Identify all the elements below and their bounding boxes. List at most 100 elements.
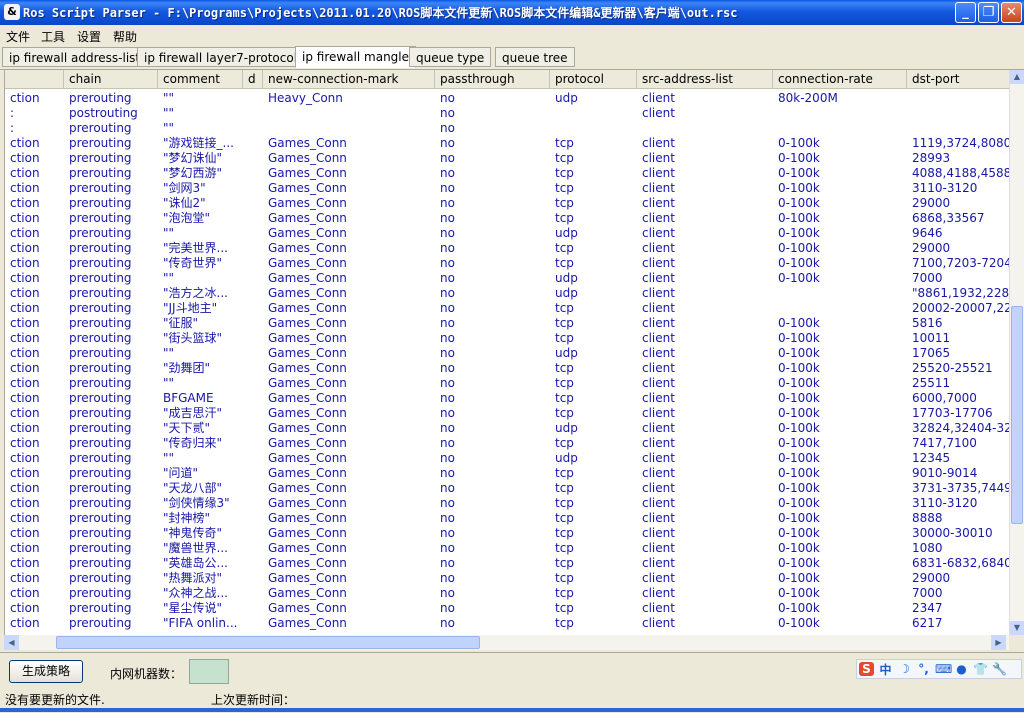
cell-src-address-list[interactable]: client	[637, 421, 773, 436]
table-row[interactable]: ction prerouting "劲舞团" Games_Conn no tcp clien…	[5, 361, 1010, 376]
table-row[interactable]: ction prerouting "征服" Games_Conn no tcp client…	[5, 316, 1010, 331]
table-row[interactable]: ction prerouting "英雄岛公... Games_Conn no tcp cl…	[5, 556, 1010, 571]
cell-protocol[interactable]: tcp	[550, 526, 637, 541]
cell-passthrough[interactable]: no	[435, 586, 550, 601]
table-row[interactable]: ction prerouting "" Games_Conn no udp client 0-…	[5, 346, 1010, 361]
cell-d[interactable]	[243, 151, 263, 166]
cell-passthrough[interactable]: no	[435, 196, 550, 211]
cell-dst-port[interactable]: 6868,33567	[907, 211, 1010, 226]
cell-src-address-list[interactable]: client	[637, 166, 773, 181]
cell-connection-rate[interactable]: 0-100k	[773, 541, 907, 556]
cell-action[interactable]: ction	[5, 601, 64, 616]
table-row[interactable]: ction prerouting "诛仙2" Games_Conn no tcp clien…	[5, 196, 1010, 211]
cell-comment[interactable]: "问道"	[158, 466, 243, 481]
cell-dst-port[interactable]: 17065	[907, 346, 1010, 361]
cell-connection-mark[interactable]: Games_Conn	[263, 181, 435, 196]
cell-chain[interactable]: prerouting	[64, 121, 158, 136]
cell-passthrough[interactable]: no	[435, 106, 550, 121]
cell-action[interactable]: ction	[5, 196, 64, 211]
cell-passthrough[interactable]: no	[435, 226, 550, 241]
cell-dst-port[interactable]	[907, 121, 1010, 136]
cell-src-address-list[interactable]: client	[637, 136, 773, 151]
cell-chain[interactable]: prerouting	[64, 226, 158, 241]
cell-d[interactable]	[243, 91, 263, 106]
table-row[interactable]: : postrouting "" no client	[5, 106, 1010, 121]
cell-d[interactable]	[243, 361, 263, 376]
table-row[interactable]: ction prerouting "梦幻西游" Games_Conn no tcp clie…	[5, 166, 1010, 181]
cell-connection-rate[interactable]	[773, 106, 907, 121]
cell-d[interactable]	[243, 436, 263, 451]
minimize-button[interactable]: _	[955, 2, 976, 23]
cell-connection-mark[interactable]: Games_Conn	[263, 601, 435, 616]
cell-chain[interactable]: prerouting	[64, 616, 158, 631]
cell-d[interactable]	[243, 346, 263, 361]
cell-dst-port[interactable]: 10011	[907, 331, 1010, 346]
cell-dst-port[interactable]: 12345	[907, 451, 1010, 466]
keyboard-icon[interactable]: ⌨	[935, 662, 952, 676]
cell-src-address-list[interactable]: client	[637, 556, 773, 571]
cell-d[interactable]	[243, 136, 263, 151]
table-row[interactable]: ction prerouting "泡泡堂" Games_Conn no tcp clien…	[5, 211, 1010, 226]
cell-connection-rate[interactable]: 0-100k	[773, 256, 907, 271]
maximize-button[interactable]: ❐	[978, 2, 999, 23]
cell-protocol[interactable]: tcp	[550, 361, 637, 376]
table-row[interactable]: ction prerouting "成吉思汗" Games_Conn no tcp clie…	[5, 406, 1010, 421]
vertical-scroll-thumb[interactable]	[1011, 306, 1023, 524]
cell-passthrough[interactable]: no	[435, 346, 550, 361]
cell-connection-rate[interactable]	[773, 286, 907, 301]
cell-connection-mark[interactable]: Games_Conn	[263, 406, 435, 421]
table-row[interactable]: ction prerouting "魔兽世界... Games_Conn no tcp cl…	[5, 541, 1010, 556]
cell-passthrough[interactable]: no	[435, 436, 550, 451]
cell-d[interactable]	[243, 376, 263, 391]
cell-connection-mark[interactable]: Games_Conn	[263, 256, 435, 271]
cell-comment[interactable]: "完美世界...	[158, 241, 243, 256]
table-row[interactable]: ction prerouting "FIFA onlin... Games_Conn n…	[5, 616, 1010, 631]
cell-connection-rate[interactable]: 0-100k	[773, 241, 907, 256]
cell-dst-port[interactable]: 7100,7203-7204,	[907, 256, 1010, 271]
cell-protocol[interactable]: tcp	[550, 616, 637, 631]
cell-passthrough[interactable]: no	[435, 136, 550, 151]
cell-comment[interactable]: "游戏链接_...	[158, 136, 243, 151]
cell-dst-port[interactable]: 20002-20007,220	[907, 301, 1010, 316]
cell-comment[interactable]: "热舞派对"	[158, 571, 243, 586]
cell-src-address-list[interactable]: client	[637, 451, 773, 466]
cell-dst-port[interactable]: 4088,4188,4588,	[907, 166, 1010, 181]
cell-dst-port[interactable]: 3110-3120	[907, 181, 1010, 196]
table-row[interactable]: ction prerouting "天下贰" Games_Conn no udp clien…	[5, 421, 1010, 436]
cell-src-address-list[interactable]: client	[637, 541, 773, 556]
cell-comment[interactable]: ""	[158, 121, 243, 136]
column-header-comment[interactable]: comment	[158, 70, 243, 88]
cell-chain[interactable]: prerouting	[64, 271, 158, 286]
cell-comment[interactable]: "英雄岛公...	[158, 556, 243, 571]
cell-protocol[interactable]: tcp	[550, 541, 637, 556]
cell-chain[interactable]: prerouting	[64, 496, 158, 511]
cell-connection-rate[interactable]: 0-100k	[773, 556, 907, 571]
cell-comment[interactable]: BFGAME	[158, 391, 243, 406]
cell-comment[interactable]: ""	[158, 346, 243, 361]
table-row[interactable]: ction prerouting "剑网3" Games_Conn no tcp clien…	[5, 181, 1010, 196]
cell-connection-rate[interactable]: 0-100k	[773, 421, 907, 436]
horizontal-scrollbar[interactable]: ◀ ▶	[4, 635, 1009, 650]
cell-dst-port[interactable]: 30000-30010	[907, 526, 1010, 541]
cell-comment[interactable]: "梦幻诛仙"	[158, 151, 243, 166]
cell-src-address-list[interactable]: client	[637, 316, 773, 331]
cell-protocol[interactable]: tcp	[550, 181, 637, 196]
table-row[interactable]: ction prerouting "星尘传说" Games_Conn no tcp clie…	[5, 601, 1010, 616]
cell-comment[interactable]: "魔兽世界...	[158, 541, 243, 556]
cell-connection-rate[interactable]: 0-100k	[773, 511, 907, 526]
cell-connection-rate[interactable]: 0-100k	[773, 451, 907, 466]
cell-connection-rate[interactable]: 0-100k	[773, 391, 907, 406]
cell-comment[interactable]: "封神榜"	[158, 511, 243, 526]
cell-src-address-list[interactable]: client	[637, 436, 773, 451]
cell-passthrough[interactable]: no	[435, 301, 550, 316]
cell-connection-rate[interactable]: 0-100k	[773, 196, 907, 211]
cell-action[interactable]: ction	[5, 91, 64, 106]
cell-protocol[interactable]: udp	[550, 226, 637, 241]
table-row[interactable]: ction prerouting "神鬼传奇" Games_Conn no tcp clie…	[5, 526, 1010, 541]
cell-passthrough[interactable]: no	[435, 571, 550, 586]
cell-protocol[interactable]: udp	[550, 421, 637, 436]
cell-protocol[interactable]: tcp	[550, 466, 637, 481]
table-row[interactable]: ction prerouting "游戏链接_... Games_Conn no tcp c…	[5, 136, 1010, 151]
cell-connection-mark[interactable]: Games_Conn	[263, 211, 435, 226]
cell-connection-rate[interactable]: 0-100k	[773, 406, 907, 421]
